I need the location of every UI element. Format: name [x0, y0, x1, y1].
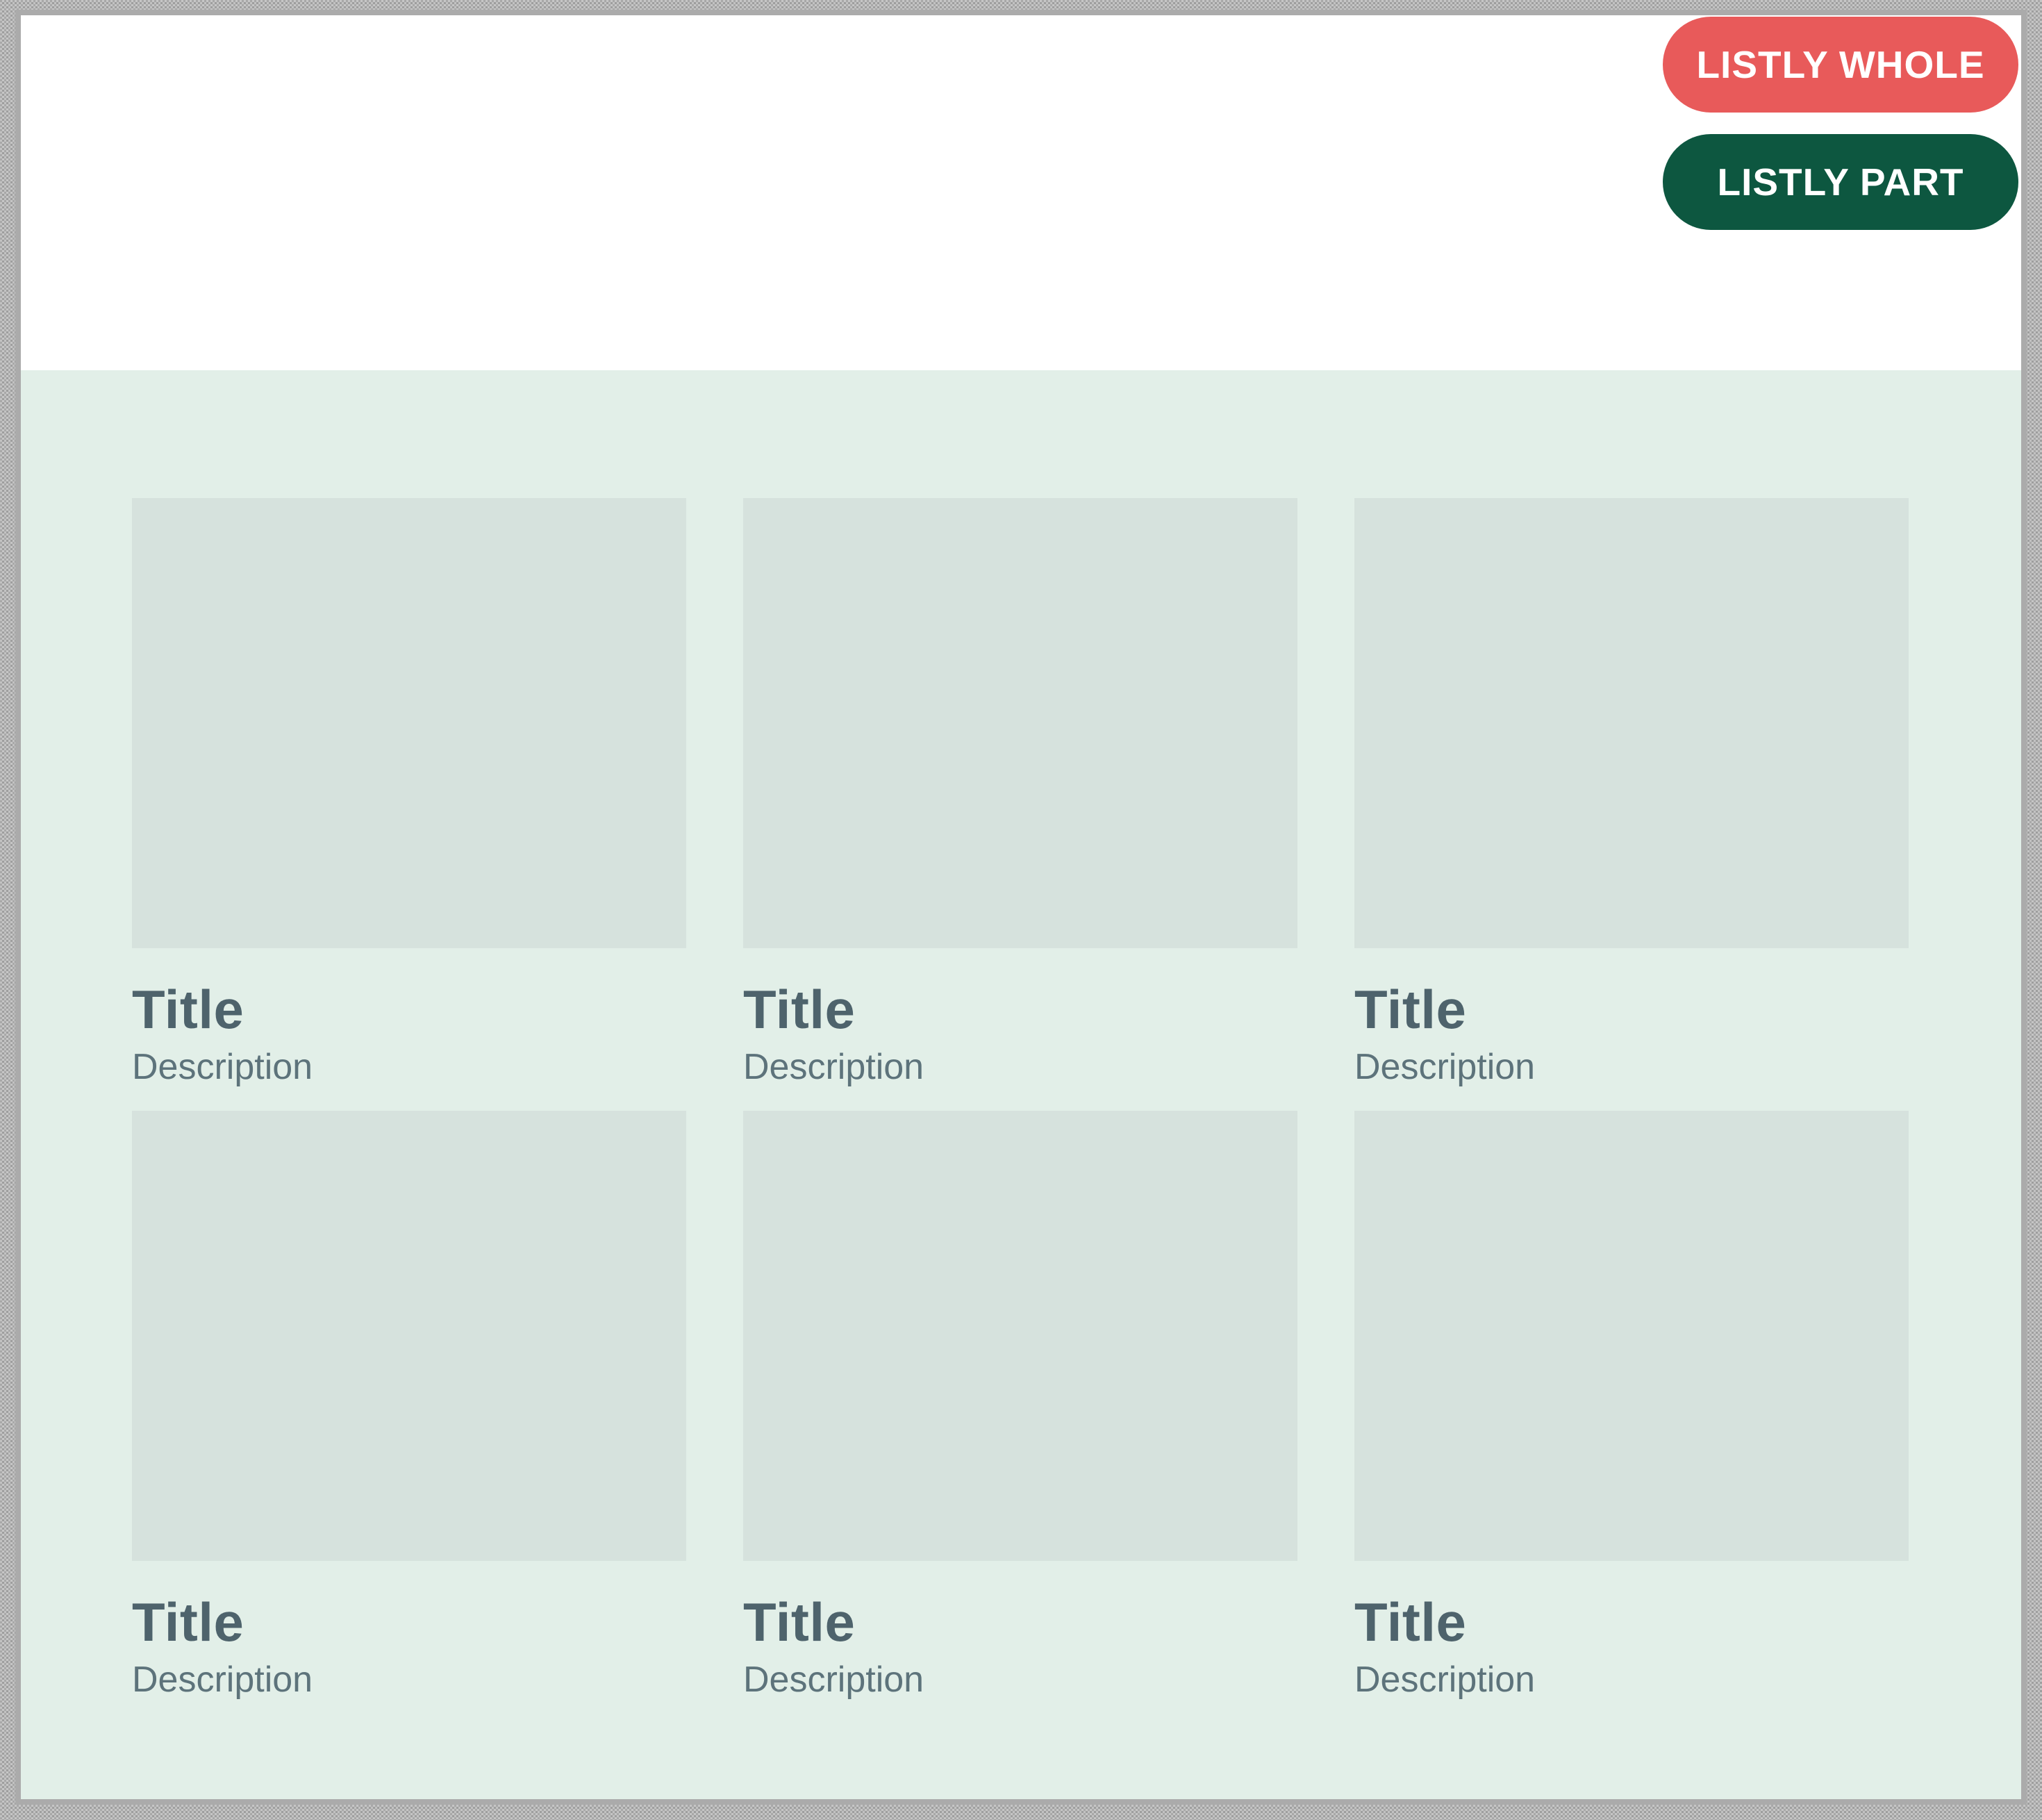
listly-whole-button[interactable]: LISTLY WHOLE — [1663, 17, 2018, 113]
card-title: Title — [132, 1590, 686, 1654]
image-placeholder — [1354, 1111, 1909, 1561]
card-description: Description — [1354, 1044, 1909, 1090]
card-title: Title — [743, 1590, 1297, 1654]
card[interactable]: Title Description — [743, 498, 1297, 1090]
image-placeholder — [743, 1111, 1297, 1561]
listly-part-button[interactable]: LISTLY PART — [1663, 134, 2018, 230]
image-placeholder — [132, 1111, 686, 1561]
content-area: Title Description Title Description Titl… — [21, 370, 2021, 1799]
card-description: Description — [743, 1044, 1297, 1090]
card-grid: Title Description Title Description Titl… — [21, 370, 2021, 1703]
card-title: Title — [743, 977, 1297, 1041]
screenshot-stage: LISTLY WHOLE LISTLY PART Title Descripti… — [0, 0, 2042, 1820]
card[interactable]: Title Description — [1354, 498, 1909, 1090]
card-description: Description — [1354, 1657, 1909, 1703]
card-description: Description — [743, 1657, 1297, 1703]
image-placeholder — [1354, 498, 1909, 948]
listly-whole-label-suffix: WHOLE — [1839, 42, 1985, 87]
card[interactable]: Title Description — [743, 1111, 1297, 1703]
page: LISTLY WHOLE LISTLY PART Title Descripti… — [15, 10, 2027, 1805]
image-placeholder — [132, 498, 686, 948]
card-title: Title — [132, 977, 686, 1041]
header-badges: LISTLY WHOLE LISTLY PART — [1663, 17, 2018, 230]
listly-part-label-prefix: LISTLY — [1717, 160, 1849, 204]
card-title: Title — [1354, 977, 1909, 1041]
listly-whole-label-prefix: LISTLY — [1696, 42, 1828, 87]
image-placeholder — [743, 498, 1297, 948]
card-title: Title — [1354, 1590, 1909, 1654]
card[interactable]: Title Description — [132, 1111, 686, 1703]
card[interactable]: Title Description — [132, 498, 686, 1090]
card[interactable]: Title Description — [1354, 1111, 1909, 1703]
page-header: LISTLY WHOLE LISTLY PART — [21, 15, 2021, 370]
listly-part-label-suffix: PART — [1860, 160, 1964, 204]
card-description: Description — [132, 1044, 686, 1090]
card-description: Description — [132, 1657, 686, 1703]
